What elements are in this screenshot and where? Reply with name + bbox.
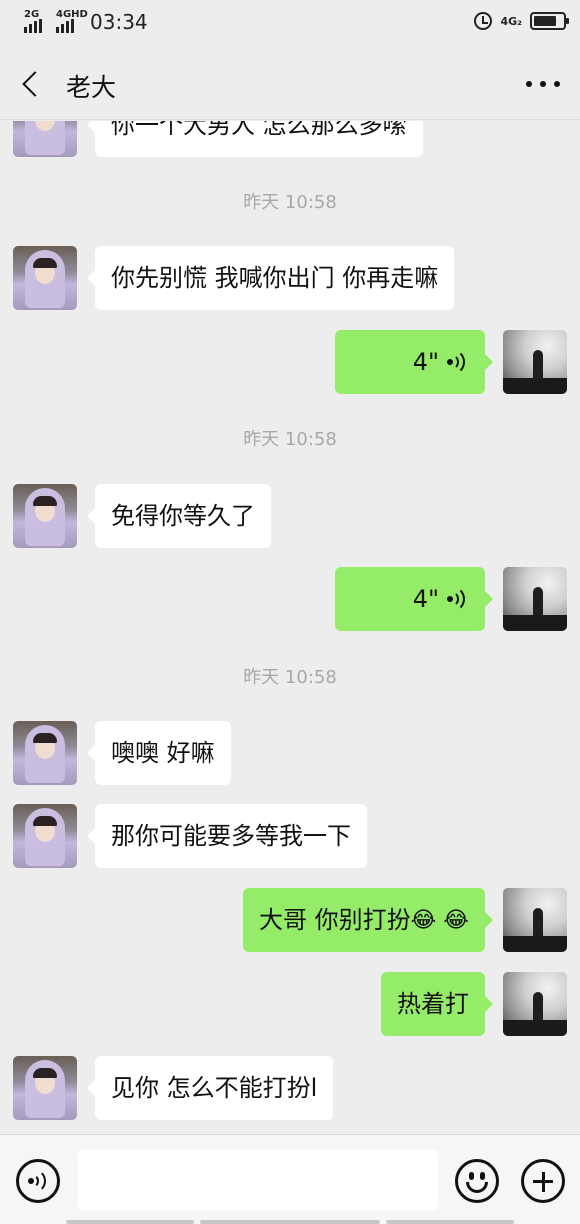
more-functions-button[interactable] <box>521 1159 565 1203</box>
message-bubble[interactable]: 噢噢 好嘛 <box>87 721 231 785</box>
message-row: 大哥 你别打扮😂 😂 <box>177 888 567 952</box>
message-timestamp: 昨天 10:58 <box>243 192 337 213</box>
message-bubble[interactable]: 大哥 你别打扮😂 😂 <box>242 888 494 952</box>
voice-wave-icon <box>445 586 469 612</box>
avatar[interactable] <box>13 484 77 548</box>
status-bar: 2G 4GHD 03:34 4G₂ <box>0 0 580 48</box>
avatar[interactable] <box>13 1056 77 1120</box>
voice-input-button[interactable] <box>16 1159 60 1203</box>
avatar[interactable] <box>13 246 77 310</box>
message-row: 免得你等久了 <box>13 484 313 548</box>
message-row: 你一个大男人 怎么那么多嗦 <box>13 121 473 157</box>
nav-bar-segment <box>200 1220 380 1224</box>
clock: 03:34 <box>90 10 148 34</box>
avatar[interactable] <box>503 972 567 1036</box>
signal-icon <box>24 19 42 33</box>
message-row: 4" <box>327 567 567 631</box>
message-row: 热着打 <box>367 972 567 1036</box>
message-text: 大哥 你别打扮 <box>258 906 411 934</box>
message-row: 那你可能要多等我一下 <box>13 804 413 868</box>
message-row: 噢噢 好嘛 <box>13 721 263 785</box>
battery-icon <box>530 12 569 30</box>
nav-bar-segment <box>66 1220 194 1224</box>
avatar[interactable] <box>503 330 567 394</box>
signal-icon <box>56 19 74 33</box>
chat-header: 老大 <box>0 48 580 120</box>
message-row: 你先别慌 我喊你出门 你再走嘛 <box>13 246 509 310</box>
network-4g-indicator: 4G₂ <box>500 14 522 28</box>
voice-duration: 4" <box>412 348 439 376</box>
back-icon[interactable] <box>20 70 46 98</box>
laughing-emoji-icon: 😂 😂 <box>410 908 469 933</box>
more-options-icon[interactable] <box>526 74 560 94</box>
avatar[interactable] <box>13 121 77 157</box>
message-row: 4" <box>327 330 567 394</box>
message-bubble[interactable]: 你先别慌 我喊你出门 你再走嘛 <box>86 246 455 310</box>
avatar[interactable] <box>503 567 567 631</box>
avatar[interactable] <box>13 721 77 785</box>
message-bubble[interactable]: 你一个大男人 怎么那么多嗦 <box>87 121 423 157</box>
message-timestamp: 昨天 10:58 <box>243 429 337 450</box>
message-bubble[interactable]: 那你可能要多等我一下 <box>87 804 367 868</box>
voice-message-bubble[interactable]: 4" <box>335 330 493 394</box>
message-input[interactable] <box>78 1149 438 1211</box>
message-row: 见你 怎么不能打扮l <box>13 1056 373 1120</box>
composer-bar <box>0 1134 580 1224</box>
message-bubble[interactable]: 免得你等久了 <box>87 484 271 548</box>
emoji-button[interactable] <box>455 1159 499 1203</box>
alarm-icon <box>474 12 493 30</box>
message-bubble[interactable]: 热着打 <box>381 972 493 1036</box>
avatar[interactable] <box>13 804 77 868</box>
voice-wave-icon <box>445 349 469 375</box>
voice-message-bubble[interactable]: 4" <box>335 567 493 631</box>
chat-title: 老大 <box>66 73 117 102</box>
message-list[interactable]: 你一个大男人 怎么那么多嗦 昨天 10:58 你先别慌 我喊你出门 你再走嘛 4… <box>0 121 580 1133</box>
voice-duration: 4" <box>412 585 439 613</box>
message-bubble[interactable]: 见你 怎么不能打扮l <box>86 1056 334 1120</box>
nav-bar-segment <box>386 1220 514 1224</box>
avatar[interactable] <box>503 888 567 952</box>
message-timestamp: 昨天 10:58 <box>243 667 337 688</box>
